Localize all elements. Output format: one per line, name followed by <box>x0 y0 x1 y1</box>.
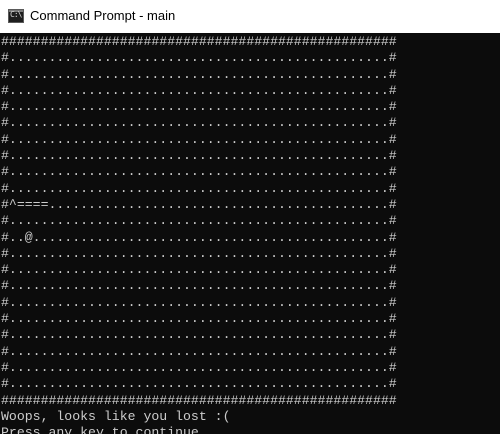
console-line: ########################################… <box>1 392 397 408</box>
console-line: #.......................................… <box>1 311 397 327</box>
console-line: #.......................................… <box>1 180 397 196</box>
console-line: #.......................................… <box>1 148 397 164</box>
console-line: #.......................................… <box>1 343 397 359</box>
console-line: #.......................................… <box>1 66 397 82</box>
console-line: #.......................................… <box>1 376 397 392</box>
console-line: #.......................................… <box>1 245 397 261</box>
console-output[interactable]: ########################################… <box>0 33 500 434</box>
console-line: Press any key to continue . . . <box>1 425 247 434</box>
console-line: #.......................................… <box>1 115 397 131</box>
console-line: #.......................................… <box>1 82 397 98</box>
console-line: #.......................................… <box>1 327 397 343</box>
console-line: #.......................................… <box>1 50 397 66</box>
console-line: #.......................................… <box>1 278 397 294</box>
command-prompt-icon[interactable]: C:\ <box>8 9 24 23</box>
console-line: #..@....................................… <box>1 229 397 245</box>
title-bar[interactable]: C:\ Command Prompt - main <box>0 0 500 33</box>
console-line: ########################################… <box>1 34 397 49</box>
console-line: #.......................................… <box>1 213 397 229</box>
icon-glyph: C:\ <box>10 10 22 19</box>
command-prompt-window: C:\ Command Prompt - main ##############… <box>0 0 500 434</box>
window-title: Command Prompt - main <box>30 8 176 23</box>
console-line: #.......................................… <box>1 99 397 115</box>
console-line: #.......................................… <box>1 359 397 375</box>
console-line: #.......................................… <box>1 294 397 310</box>
console-line: #.......................................… <box>1 262 397 278</box>
console-line: #.......................................… <box>1 131 397 147</box>
console-line: #.......................................… <box>1 164 397 180</box>
console-line: #^====..................................… <box>1 196 397 212</box>
console-line: Woops, looks like you lost :( <box>1 408 231 424</box>
